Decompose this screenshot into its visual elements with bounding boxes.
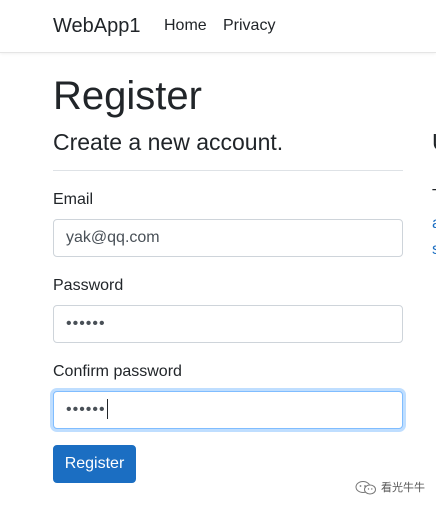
divider [53, 170, 403, 171]
side-panel-text-fragment: T [432, 186, 436, 206]
confirm-password-field[interactable]: •••••• [53, 391, 403, 429]
nav-link-home[interactable]: Home [164, 16, 207, 36]
wechat-icon [355, 481, 376, 495]
page-subtitle: Create a new account. [53, 129, 284, 155]
confirm-password-label: Confirm password [53, 363, 182, 380]
top-navbar: WebApp1 Home Privacy [0, 0, 436, 53]
text-caret [106, 398, 108, 419]
password-field[interactable]: •••••• [53, 305, 403, 343]
watermark-text: 看光牛牛 [381, 482, 425, 494]
confirm-password-value: •••••• [66, 401, 106, 418]
navbar-brand[interactable]: WebApp1 [53, 14, 140, 38]
email-field[interactable]: yak@qq.com [53, 219, 403, 257]
email-label: Email [53, 191, 94, 208]
register-button[interactable]: Register [53, 445, 136, 483]
side-panel-link-fragment[interactable]: s [432, 240, 436, 260]
watermark: 看光牛牛 [355, 479, 433, 497]
side-panel-heading-fragment: U [432, 128, 436, 156]
side-panel-link-fragment[interactable]: a [432, 214, 436, 234]
nav-link-privacy[interactable]: Privacy [223, 16, 275, 36]
password-label: Password [53, 277, 124, 294]
page-title: Register [53, 74, 202, 118]
